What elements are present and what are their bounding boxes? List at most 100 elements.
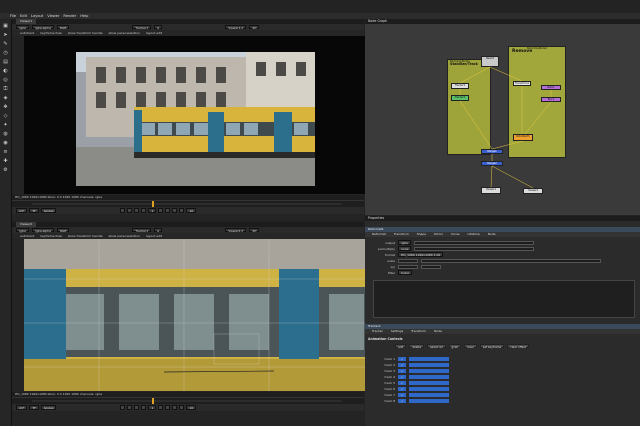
play-button[interactable] xyxy=(165,405,171,410)
increment-field[interactable]: 10 xyxy=(186,208,197,213)
grab-button[interactable]: grab xyxy=(448,343,461,349)
tf-toggle[interactable]: TF xyxy=(29,208,39,213)
next-frame-button[interactable] xyxy=(158,405,164,410)
fps-field[interactable]: 24* xyxy=(16,405,28,410)
track-value[interactable] xyxy=(409,380,450,385)
alpha-select[interactable]: rgba.alpha xyxy=(31,227,54,233)
view-2d-toggle[interactable]: 2D xyxy=(249,227,260,233)
viewer2-timeline[interactable] xyxy=(12,397,364,405)
track-enable[interactable]: ✓ xyxy=(398,380,407,385)
last-frame-button[interactable] xyxy=(179,208,185,213)
deep-icon[interactable]: ◍ xyxy=(2,131,9,137)
increment-field[interactable]: 10 xyxy=(186,405,197,410)
clear-offset-button[interactable]: clear offset xyxy=(507,343,529,349)
track-enable[interactable]: ✓ xyxy=(398,392,407,397)
channel-icon[interactable]: ▤ xyxy=(2,59,9,65)
3d-icon[interactable]: ◇ xyxy=(2,113,9,119)
display-select[interactable]: RGB xyxy=(56,24,70,30)
prev-frame-button[interactable] xyxy=(141,208,147,213)
viewer-icon[interactable]: ▣ xyxy=(2,23,9,29)
tab-node[interactable]: Node xyxy=(484,232,500,237)
tab-settings[interactable]: Settings xyxy=(387,329,407,334)
add-track-button[interactable]: add xyxy=(395,343,407,349)
track-value[interactable] xyxy=(409,362,450,367)
display-select[interactable]: RGB xyxy=(56,227,70,233)
show-transform-handle-toggle[interactable]: show transform handle xyxy=(68,234,103,238)
next-key-button[interactable] xyxy=(172,208,178,213)
set-keyframe-button[interactable]: set keyframe xyxy=(479,343,505,349)
viewer1-timeline[interactable] xyxy=(12,200,364,208)
tab-reformat[interactable]: Reformat xyxy=(368,232,390,237)
track-value[interactable] xyxy=(409,386,450,391)
tab-mirror[interactable]: Mirror xyxy=(430,232,447,237)
tab-transform[interactable]: Transform xyxy=(407,329,430,334)
ab-toggle[interactable]: A xyxy=(154,227,163,233)
input-b-select[interactable]: Viewer2.2 xyxy=(225,227,247,233)
track-enable[interactable]: ✓ xyxy=(398,374,407,379)
metadata-icon[interactable]: ≡ xyxy=(2,149,9,155)
range-select[interactable]: Global xyxy=(40,405,57,410)
scale-field[interactable] xyxy=(398,258,418,263)
particles-icon[interactable]: ✦ xyxy=(2,122,9,128)
play-back-button[interactable] xyxy=(134,405,140,410)
track-value[interactable] xyxy=(409,392,450,397)
track-value[interactable] xyxy=(409,398,450,403)
output-channels[interactable] xyxy=(413,240,534,245)
tab-shape[interactable]: Shape xyxy=(413,232,430,237)
scale-slider[interactable] xyxy=(421,258,601,263)
time-icon[interactable]: ◷ xyxy=(2,50,9,56)
alpha-select[interactable]: rgba.alpha xyxy=(31,24,54,30)
input-a-select[interactable]: Tracker1 xyxy=(132,227,152,233)
toolsets-icon[interactable]: ✚ xyxy=(2,158,9,164)
draw-icon[interactable]: ✎ xyxy=(2,41,9,47)
keyframe-fuze-toggle[interactable]: keyframe fuze xyxy=(40,234,61,238)
views-icon[interactable]: ◉ xyxy=(2,140,9,146)
filter-icon[interactable]: ◎ xyxy=(2,77,9,83)
filter-select[interactable]: Cubic xyxy=(398,270,413,275)
play-back-button[interactable] xyxy=(134,208,140,213)
layout-edit-toggle[interactable]: layout edit xyxy=(146,234,162,238)
tab-tracker[interactable]: Tracker xyxy=(368,329,387,334)
last-frame-button[interactable] xyxy=(179,405,185,410)
ab-toggle[interactable]: A xyxy=(154,24,163,30)
output-select[interactable]: rgba xyxy=(398,240,411,245)
merge-icon[interactable]: ◈ xyxy=(2,95,9,101)
tab-transform[interactable]: Transform xyxy=(390,232,413,237)
view-2d-toggle[interactable]: 2D xyxy=(249,24,260,30)
track-enable[interactable]: ✓ xyxy=(398,386,407,391)
track-enable[interactable]: ✓ xyxy=(398,362,407,367)
track-enable[interactable]: ✓ xyxy=(398,368,407,373)
frame-field[interactable]: 1 xyxy=(148,208,157,213)
pointer-icon[interactable]: ➤ xyxy=(2,32,9,38)
menu-render[interactable]: Render xyxy=(63,14,76,18)
tf-toggle[interactable]: TF xyxy=(29,405,39,410)
first-frame-button[interactable] xyxy=(120,405,126,410)
tab-lifetime[interactable]: Lifetime xyxy=(464,232,484,237)
color-icon[interactable]: ◐ xyxy=(2,68,9,74)
select-all-button[interactable]: select all xyxy=(427,343,446,349)
prev-frame-button[interactable] xyxy=(141,405,147,410)
keyframe-fuze-toggle[interactable]: keyframe fuze xyxy=(40,31,61,35)
allow-panel-selection-toggle[interactable]: allow panel selection xyxy=(108,234,140,238)
frame-field[interactable]: 1 xyxy=(148,405,157,410)
track-enable[interactable]: ✓ xyxy=(398,356,407,361)
track-enable[interactable]: ✓ xyxy=(398,398,407,403)
range-select[interactable]: Global xyxy=(40,208,57,213)
clear-button[interactable]: clear xyxy=(463,343,477,349)
channel-select[interactable]: rgba xyxy=(16,24,29,30)
premultiply-select[interactable]: none xyxy=(398,246,412,251)
menu-file[interactable]: File xyxy=(10,14,16,18)
viewer1-canvas[interactable] xyxy=(24,36,374,194)
allow-panel-selection-toggle[interactable]: allow panel selection xyxy=(108,31,140,35)
menu-viewer[interactable]: Viewer xyxy=(47,14,59,18)
layout-edit-toggle[interactable]: layout edit xyxy=(146,31,162,35)
prev-key-button[interactable] xyxy=(127,405,133,410)
premultiply-channels[interactable] xyxy=(414,246,535,251)
prev-key-button[interactable] xyxy=(127,208,133,213)
next-frame-button[interactable] xyxy=(158,208,164,213)
tab-clone[interactable]: Clone xyxy=(447,232,464,237)
tab-node[interactable]: Node xyxy=(430,329,446,334)
curves-list[interactable] xyxy=(373,280,635,318)
transform-icon[interactable]: ✥ xyxy=(2,104,9,110)
format-select[interactable]: HD_1080 1920x1080 1.00 xyxy=(398,252,444,257)
